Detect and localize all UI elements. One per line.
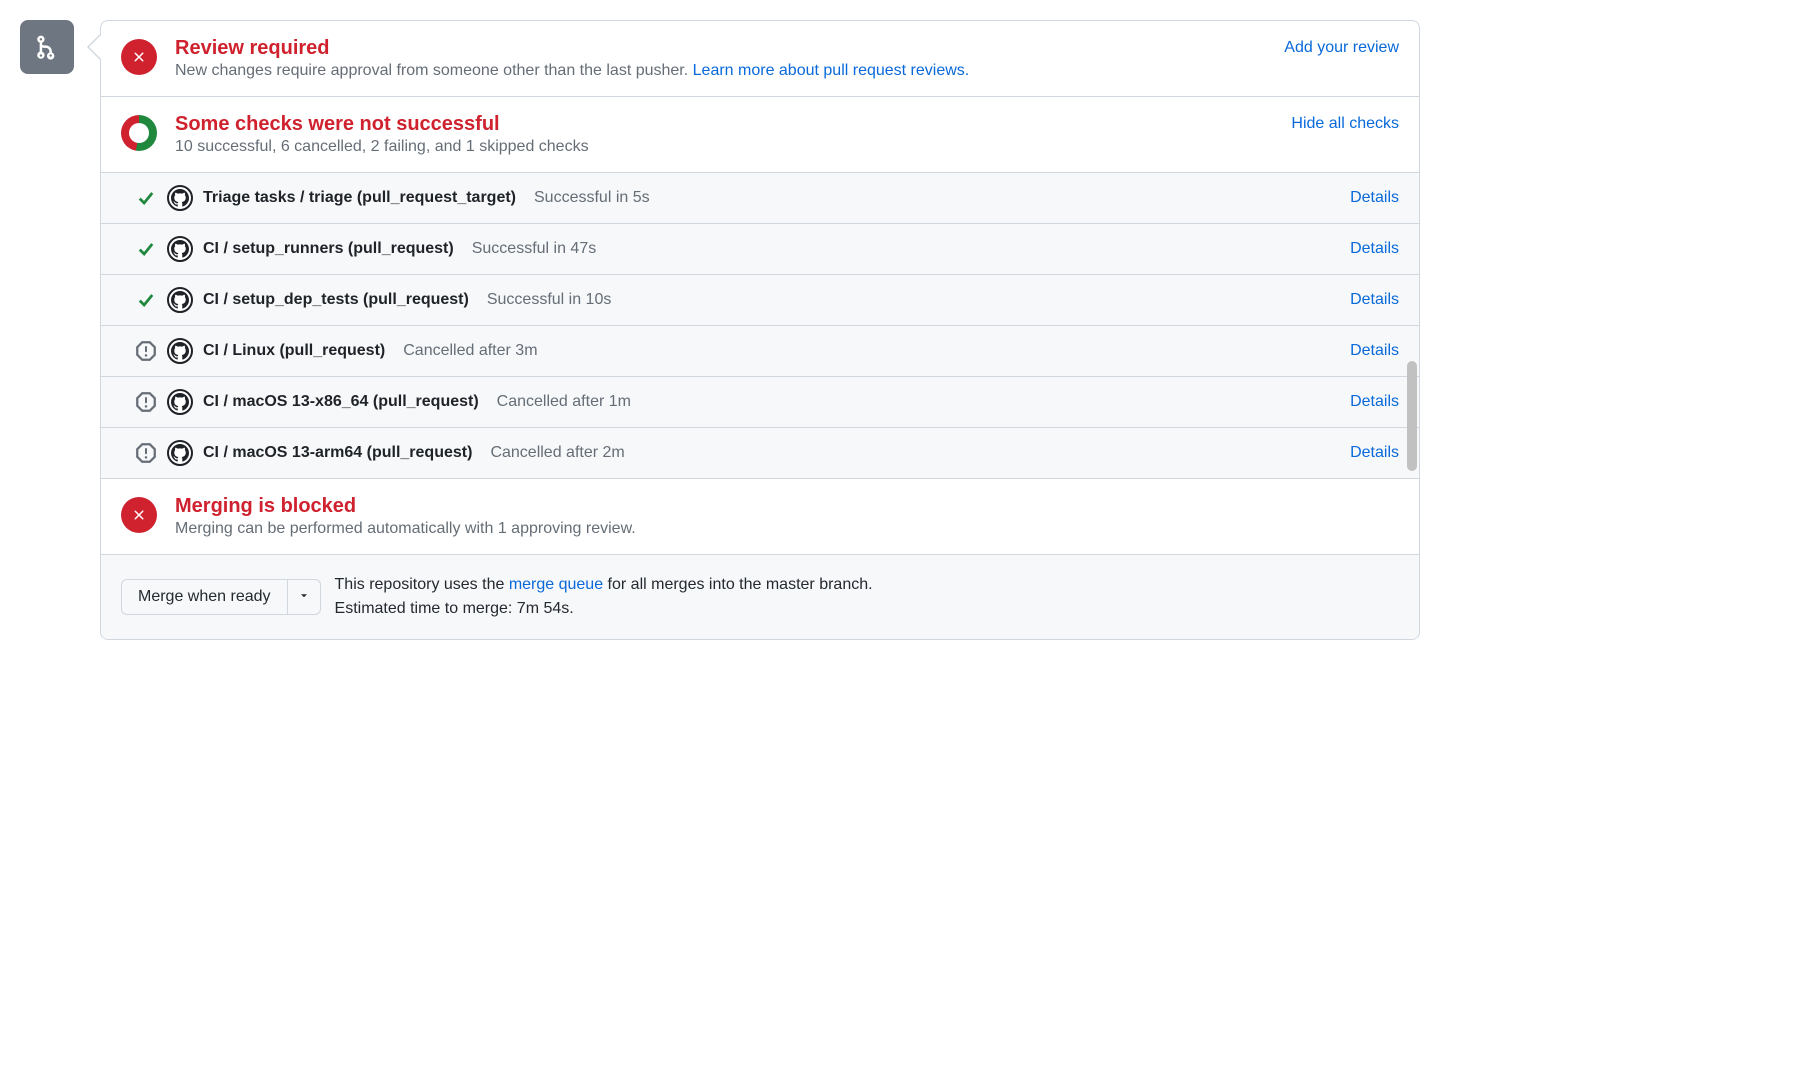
checks-header-summary: 10 successful, 6 cancelled, 2 failing, a… bbox=[175, 138, 1399, 156]
merge-status-box: Review required New changes require appr… bbox=[100, 20, 1420, 640]
timeline-merge-badge bbox=[20, 20, 74, 74]
check-name: CI / setup_dep_tests (pull_request) bbox=[203, 291, 469, 309]
add-review-link[interactable]: Add your review bbox=[1284, 39, 1399, 57]
checks-donut-icon bbox=[121, 115, 157, 151]
check-detail: Successful in 10s bbox=[487, 291, 612, 309]
check-detail: Cancelled after 1m bbox=[497, 393, 631, 411]
error-icon bbox=[121, 39, 157, 75]
check-details-link[interactable]: Details bbox=[1350, 342, 1399, 360]
merge-eta: Estimated time to merge: 7m 54s. bbox=[335, 597, 873, 621]
check-name: CI / setup_runners (pull_request) bbox=[203, 240, 454, 258]
check-cancelled-icon bbox=[135, 341, 157, 361]
github-actions-avatar bbox=[167, 389, 193, 415]
check-details-link[interactable]: Details bbox=[1350, 240, 1399, 258]
merge-blocked-section: Merging is blocked Merging can be perfor… bbox=[101, 479, 1419, 555]
checks-header-title: Some checks were not successful bbox=[175, 113, 1399, 136]
git-merge-icon bbox=[34, 34, 60, 60]
checks-scrollbar[interactable] bbox=[1407, 361, 1417, 471]
merge-blocked-title: Merging is blocked bbox=[175, 495, 1399, 518]
review-required-desc: New changes require approval from someon… bbox=[175, 62, 1399, 80]
check-name: Triage tasks / triage (pull_request_targ… bbox=[203, 189, 516, 207]
check-cancelled-icon bbox=[135, 443, 157, 463]
github-actions-avatar bbox=[167, 287, 193, 313]
github-actions-avatar bbox=[167, 185, 193, 211]
check-name: CI / Linux (pull_request) bbox=[203, 342, 385, 360]
review-required-section: Review required New changes require appr… bbox=[101, 21, 1419, 97]
check-row: CI / macOS 13-x86_64 (pull_request) Cance… bbox=[101, 376, 1419, 427]
check-row: CI / setup_runners (pull_request) Success… bbox=[101, 223, 1419, 274]
check-success-icon bbox=[135, 290, 157, 310]
learn-more-link[interactable]: Learn more about pull request reviews. bbox=[693, 62, 970, 79]
hide-checks-link[interactable]: Hide all checks bbox=[1291, 115, 1399, 133]
merge-queue-link[interactable]: merge queue bbox=[509, 576, 603, 593]
review-required-title: Review required bbox=[175, 37, 1399, 60]
check-detail: Successful in 47s bbox=[472, 240, 597, 258]
checks-header-section: Some checks were not successful 10 succe… bbox=[101, 97, 1419, 173]
merge-blocked-desc: Merging can be performed automatically w… bbox=[175, 520, 1399, 538]
merge-button-group: Merge when ready bbox=[121, 579, 321, 615]
check-details-link[interactable]: Details bbox=[1350, 189, 1399, 207]
check-detail: Successful in 5s bbox=[534, 189, 650, 207]
merge-action-section: Merge when ready This repository uses th… bbox=[101, 555, 1419, 639]
check-details-link[interactable]: Details bbox=[1350, 444, 1399, 462]
check-detail: Cancelled after 2m bbox=[490, 444, 624, 462]
check-details-link[interactable]: Details bbox=[1350, 291, 1399, 309]
check-row: CI / macOS 13-arm64 (pull_request) Cancel… bbox=[101, 427, 1419, 478]
merge-dropdown-button[interactable] bbox=[288, 579, 321, 615]
error-icon bbox=[121, 497, 157, 533]
check-name: CI / macOS 13-x86_64 (pull_request) bbox=[203, 393, 479, 411]
check-name: CI / macOS 13-arm64 (pull_request) bbox=[203, 444, 472, 462]
check-row: CI / Linux (pull_request) Cancelled after… bbox=[101, 325, 1419, 376]
check-detail: Cancelled after 3m bbox=[403, 342, 537, 360]
caret-down-icon bbox=[298, 589, 310, 601]
check-success-icon bbox=[135, 188, 157, 208]
github-actions-avatar bbox=[167, 236, 193, 262]
github-actions-avatar bbox=[167, 440, 193, 466]
check-details-link[interactable]: Details bbox=[1350, 393, 1399, 411]
check-row: Triage tasks / triage (pull_request_targ… bbox=[101, 173, 1419, 223]
merge-info-text: This repository uses the merge queue for… bbox=[335, 573, 873, 621]
check-success-icon bbox=[135, 239, 157, 259]
checks-list-section: Triage tasks / triage (pull_request_targ… bbox=[101, 173, 1419, 479]
github-actions-avatar bbox=[167, 338, 193, 364]
merge-when-ready-button[interactable]: Merge when ready bbox=[121, 579, 288, 615]
check-cancelled-icon bbox=[135, 392, 157, 412]
check-row: CI / setup_dep_tests (pull_request) Succe… bbox=[101, 274, 1419, 325]
